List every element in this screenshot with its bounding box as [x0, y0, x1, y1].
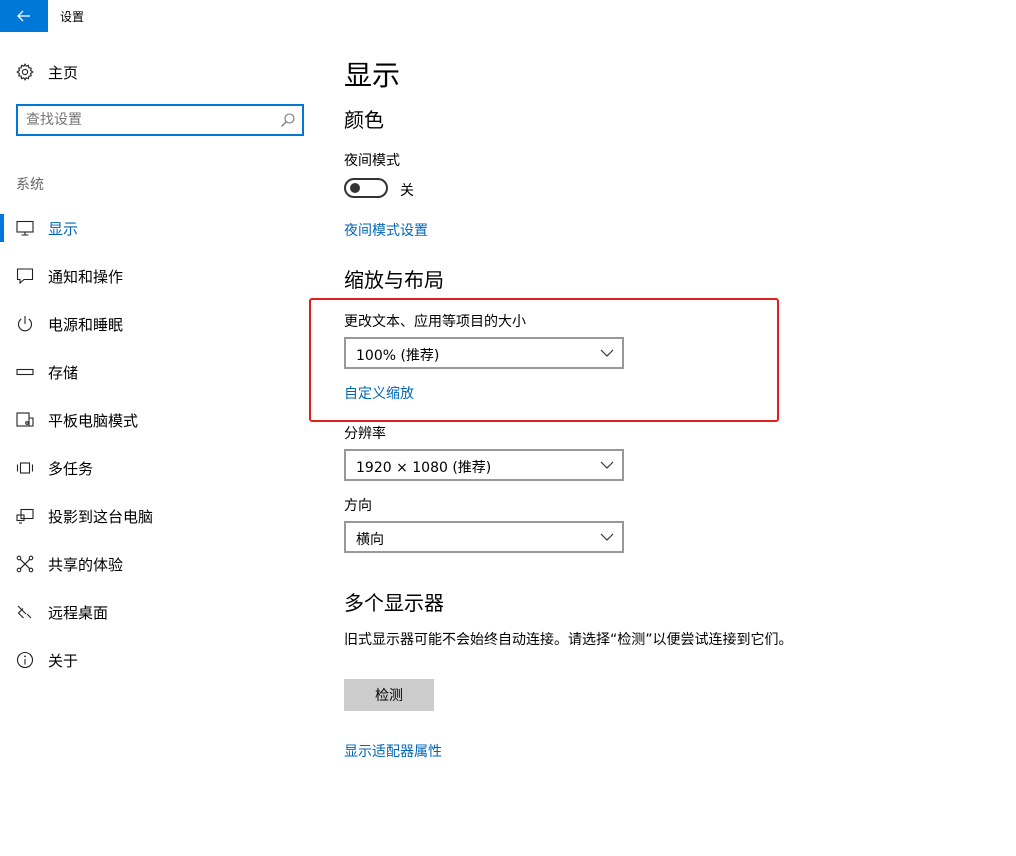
chevron-down-icon — [600, 349, 614, 357]
sidebar-item-power-sleep[interactable]: 电源和睡眠 — [0, 300, 320, 348]
power-icon — [17, 316, 33, 332]
night-light-label: 夜间模式 — [344, 153, 400, 169]
remote-desktop-icon — [17, 605, 32, 619]
back-button[interactable] — [0, 0, 48, 32]
toggle-knob — [350, 183, 360, 193]
detect-button[interactable]: 检测 — [344, 679, 434, 711]
home-link[interactable]: 主页 — [16, 60, 78, 84]
page-title: 显示 — [344, 59, 401, 92]
sidebar-nav: 显示 通知和操作 电源和睡眠 存储 平板电脑模式 多任务 投影到这台电脑 共享的… — [0, 204, 320, 684]
orientation-label: 方向 — [344, 498, 372, 514]
home-label: 主页 — [48, 63, 79, 82]
sidebar-item-label: 共享的体验 — [48, 556, 124, 574]
scale-layout-heading: 缩放与布局 — [344, 268, 444, 292]
back-arrow-icon — [17, 10, 30, 22]
search-input[interactable] — [26, 110, 276, 130]
sidebar-item-label: 显示 — [48, 220, 79, 238]
project-icon — [16, 508, 34, 524]
sidebar-item-storage[interactable]: 存储 — [0, 348, 320, 396]
sidebar-item-shared-experiences[interactable]: 共享的体验 — [0, 540, 320, 588]
sidebar-item-project[interactable]: 投影到这台电脑 — [0, 492, 320, 540]
shared-experiences-icon — [16, 555, 34, 573]
sidebar-item-label: 远程桌面 — [48, 604, 109, 622]
sidebar-item-multitasking[interactable]: 多任务 — [0, 444, 320, 492]
chevron-down-icon — [600, 533, 614, 541]
window-title: 设置 — [60, 10, 85, 24]
settings-window: 设置 主页 系统 显示 通知和操作 — [0, 0, 1016, 856]
sidebar-item-tablet-mode[interactable]: 平板电脑模式 — [0, 396, 320, 444]
night-light-settings-link[interactable]: 夜间模式设置 — [344, 220, 428, 240]
sidebar-item-label: 通知和操作 — [48, 268, 124, 286]
chevron-down-icon — [600, 461, 614, 469]
sidebar-item-label: 电源和睡眠 — [48, 316, 124, 334]
sidebar-item-display[interactable]: 显示 — [0, 204, 320, 252]
sidebar-item-label: 关于 — [48, 652, 79, 670]
text-size-dropdown[interactable]: 100% (推荐) — [344, 337, 624, 369]
sidebar-item-label: 存储 — [48, 364, 79, 382]
search-icon[interactable] — [280, 112, 296, 128]
dropdown-value: 100% (推荐) — [356, 348, 440, 364]
section-label-system: 系统 — [16, 177, 44, 193]
sidebar-item-notifications[interactable]: 通知和操作 — [0, 252, 320, 300]
resolution-label: 分辨率 — [344, 426, 386, 442]
resolution-dropdown[interactable]: 1920 × 1080 (推荐) — [344, 449, 624, 481]
sidebar-item-label: 平板电脑模式 — [48, 412, 139, 430]
night-light-state: 关 — [400, 183, 414, 199]
tablet-mode-icon — [16, 412, 34, 427]
orientation-dropdown[interactable]: 横向 — [344, 521, 624, 553]
text-size-label: 更改文本、应用等项目的大小 — [344, 314, 526, 330]
display-adapter-properties-link[interactable]: 显示适配器属性 — [344, 741, 442, 761]
active-indicator — [0, 214, 4, 242]
sidebar-item-label: 投影到这台电脑 — [48, 508, 154, 526]
dropdown-value: 横向 — [356, 532, 384, 548]
display-settings-panel: 显示 颜色 夜间模式 关 夜间模式设置 缩放与布局 更改文本、应用等项目的大小 … — [344, 0, 1004, 856]
monitor-icon — [16, 220, 34, 236]
sidebar-item-label: 多任务 — [48, 460, 94, 478]
info-icon — [16, 651, 34, 669]
notification-icon — [16, 268, 34, 285]
sidebar-item-about[interactable]: 关于 — [0, 636, 320, 684]
multiple-displays-description: 旧式显示器可能不会始终自动连接。请选择“检测”以便尝试连接到它们。 — [344, 632, 793, 648]
storage-icon — [16, 368, 34, 376]
night-light-toggle[interactable] — [344, 178, 388, 198]
gear-icon — [16, 63, 34, 81]
custom-scaling-link[interactable]: 自定义缩放 — [344, 383, 414, 403]
color-heading: 颜色 — [344, 108, 384, 132]
search-box — [16, 104, 304, 136]
multitasking-icon — [16, 462, 34, 474]
dropdown-value: 1920 × 1080 (推荐) — [356, 460, 492, 476]
sidebar-item-remote-desktop[interactable]: 远程桌面 — [0, 588, 320, 636]
multiple-displays-heading: 多个显示器 — [344, 591, 444, 615]
